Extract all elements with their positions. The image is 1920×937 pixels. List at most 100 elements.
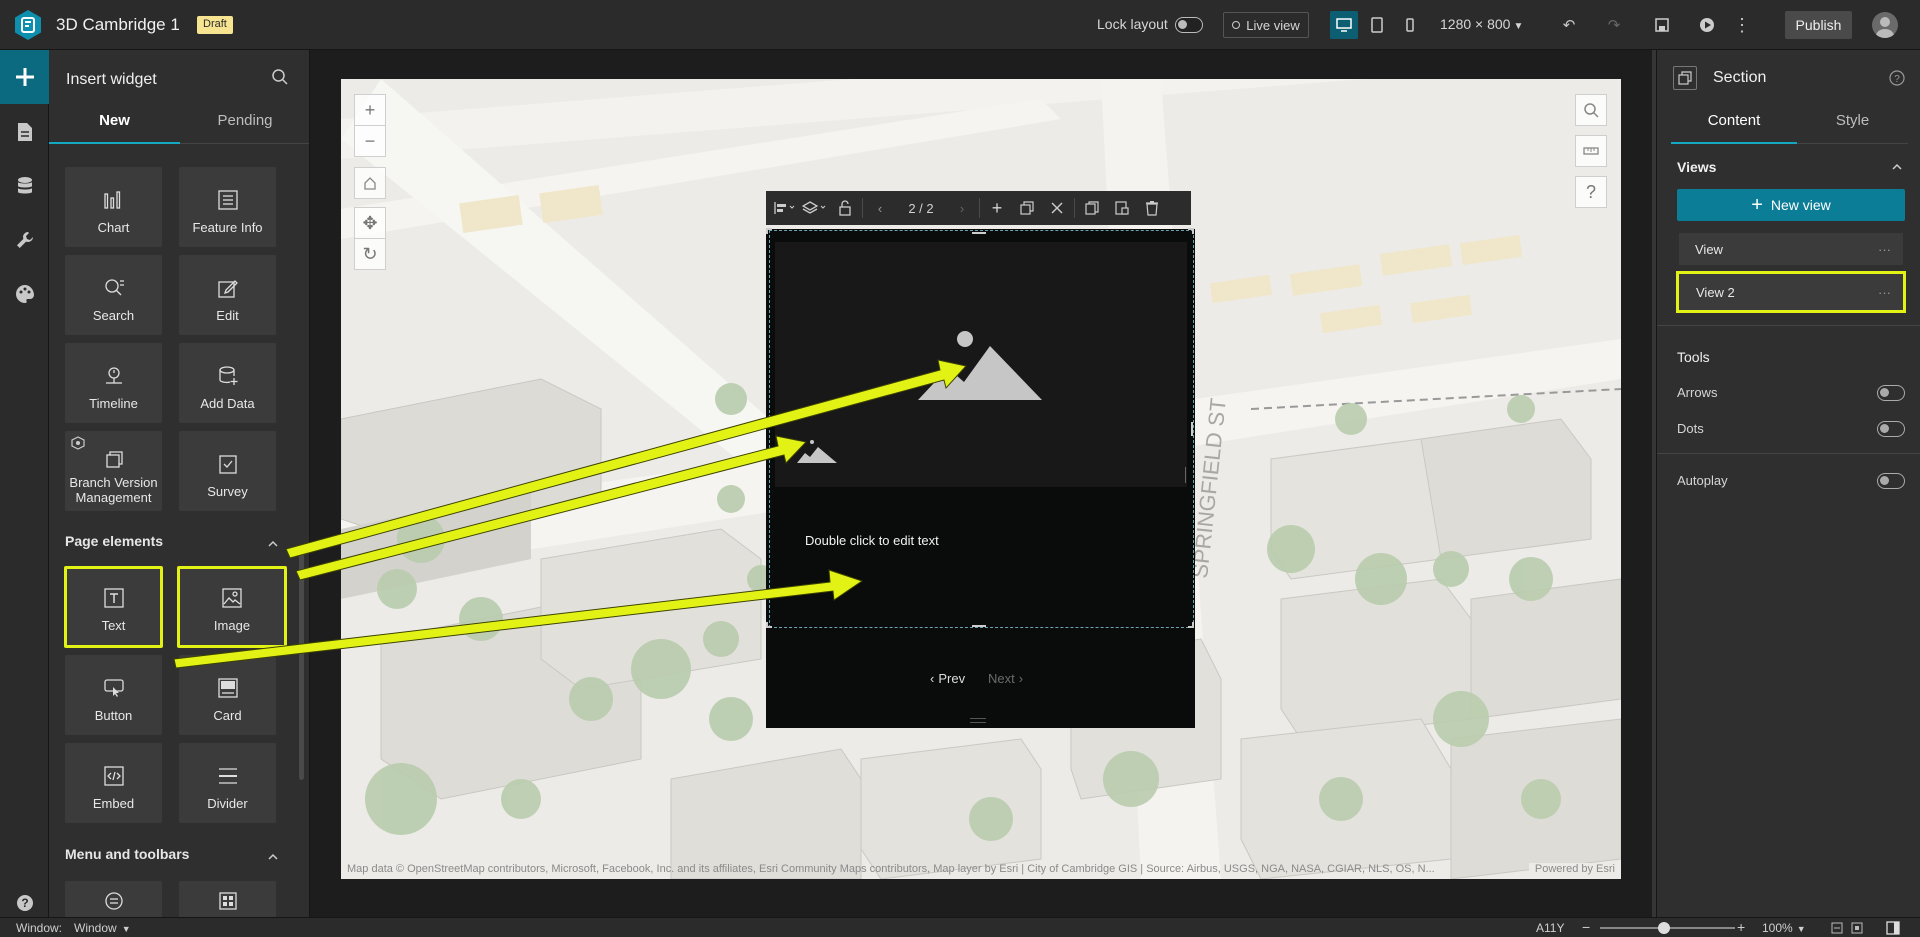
text-icon — [103, 588, 124, 608]
widget-tile-chart[interactable]: Chart — [65, 167, 162, 247]
chevron-up-icon[interactable] — [1891, 161, 1903, 173]
pan-icon[interactable]: ✥ — [354, 207, 386, 239]
preview-play-icon[interactable] — [1693, 11, 1721, 39]
rotate-icon[interactable]: ↻ — [354, 238, 386, 270]
zoom-in-icon[interactable]: + — [354, 94, 386, 126]
widget-tile-card[interactable]: Card — [179, 655, 276, 735]
undo-icon[interactable]: ↶ — [1555, 11, 1583, 39]
widget-tile-edit[interactable]: Edit — [179, 255, 276, 335]
prev-button[interactable]: ‹ Prev — [930, 671, 965, 686]
redo-icon[interactable]: ↷ — [1600, 11, 1628, 39]
more-icon[interactable]: ··· — [1878, 242, 1891, 257]
layers-icon[interactable] — [802, 195, 828, 221]
help-icon[interactable]: ? — [1889, 70, 1905, 86]
accessibility-checker[interactable]: A11Y — [1536, 921, 1564, 935]
view-item-selected[interactable]: View 2 ··· — [1676, 271, 1906, 313]
widget-tile-add-data[interactable]: Add Data — [179, 343, 276, 423]
zoom-out-icon[interactable]: − — [354, 125, 386, 157]
resize-handle[interactable] — [1188, 228, 1194, 234]
widget-tile-button[interactable]: Button — [65, 655, 162, 735]
widget-tile-branch-version-management[interactable]: Branch Version Management — [65, 431, 162, 511]
widget-tile-controller[interactable] — [179, 881, 276, 917]
resize-handle[interactable] — [972, 232, 986, 234]
live-view-button[interactable]: Live view — [1223, 12, 1309, 38]
tab-content[interactable]: Content — [1671, 112, 1797, 144]
avatar[interactable] — [1872, 12, 1898, 38]
text-widget[interactable]: Double click to edit text — [805, 533, 939, 548]
app-logo-icon[interactable] — [12, 9, 44, 41]
chevron-up-icon[interactable] — [267, 851, 279, 863]
copy-icon[interactable] — [1079, 195, 1105, 221]
duplicate-view-icon[interactable] — [1014, 195, 1040, 221]
delete-icon[interactable] — [1139, 195, 1165, 221]
widget-tile-menu[interactable] — [65, 881, 162, 917]
widget-tile-survey[interactable]: Survey — [179, 431, 276, 511]
dots-toggle[interactable] — [1877, 421, 1905, 437]
drag-handle[interactable] — [970, 718, 986, 723]
wrench-icon[interactable] — [0, 214, 49, 266]
panel-scrollbar[interactable] — [299, 545, 304, 780]
widget-tile-text[interactable]: Text — [64, 566, 163, 648]
more-vertical-icon[interactable]: ⋮ — [1728, 11, 1756, 39]
desktop-device-button[interactable] — [1330, 11, 1358, 39]
window-dropdown[interactable]: Window ▼ — [74, 921, 131, 935]
palette-icon[interactable] — [0, 268, 49, 320]
image-widget[interactable] — [775, 242, 1187, 487]
tab-new[interactable]: New — [49, 112, 180, 144]
lock-layout-toggle[interactable] — [1175, 17, 1203, 33]
view-item[interactable]: View ··· — [1679, 233, 1903, 265]
zoom-in-icon[interactable]: + — [1737, 919, 1745, 935]
resolution-dropdown[interactable]: 1280 × 800 ▼ — [1440, 16, 1523, 32]
fit-width-icon[interactable] — [1831, 922, 1843, 934]
tablet-device-button[interactable] — [1363, 11, 1391, 39]
widget-tile-image[interactable]: Image — [177, 566, 287, 648]
resize-handle[interactable] — [1185, 467, 1186, 483]
widget-tile-feature-info[interactable]: Feature Info — [179, 167, 276, 247]
insert-widget-button[interactable] — [0, 50, 49, 104]
arrows-toggle[interactable] — [1877, 385, 1905, 401]
zoom-out-icon[interactable]: − — [1582, 919, 1590, 935]
home-icon[interactable] — [354, 167, 386, 199]
widget-tile-timeline[interactable]: Timeline — [65, 343, 162, 423]
resize-handle[interactable] — [766, 228, 772, 234]
chevron-up-icon[interactable] — [267, 538, 279, 550]
help-icon[interactable]: ? — [0, 888, 49, 918]
help-icon[interactable]: ? — [1575, 176, 1607, 208]
chevron-left-icon[interactable]: ‹ — [867, 195, 893, 221]
phone-device-button[interactable] — [1396, 11, 1424, 39]
measure-icon[interactable] — [1575, 135, 1607, 167]
app-title[interactable]: 3D Cambridge 1 — [56, 15, 180, 35]
add-view-icon[interactable]: + — [984, 195, 1010, 221]
resize-handle[interactable] — [972, 625, 986, 627]
resize-handle[interactable] — [1188, 622, 1194, 628]
resize-handle[interactable] — [1191, 422, 1193, 436]
new-view-button[interactable]: + New view — [1677, 189, 1905, 221]
publish-button[interactable]: Publish — [1785, 11, 1852, 39]
page-icon[interactable] — [0, 106, 49, 158]
resize-handle[interactable] — [766, 622, 772, 628]
save-icon[interactable] — [1648, 11, 1676, 39]
chevron-right-icon[interactable]: › — [949, 195, 975, 221]
powered-by[interactable]: Powered by Esri — [1528, 863, 1615, 875]
zoom-level[interactable]: 100% ▼ — [1762, 921, 1806, 935]
align-icon[interactable] — [772, 195, 798, 221]
plus-icon — [15, 68, 34, 86]
widget-tile-embed[interactable]: Embed — [65, 743, 162, 823]
tab-pending[interactable]: Pending — [180, 112, 309, 144]
widget-tile-search[interactable]: Search — [65, 255, 162, 335]
search-icon[interactable] — [271, 68, 289, 91]
zoom-slider-thumb[interactable] — [1658, 922, 1670, 934]
autoplay-toggle[interactable] — [1877, 473, 1905, 489]
save-template-icon[interactable] — [1109, 195, 1135, 221]
next-button[interactable]: Next › — [988, 671, 1023, 686]
more-icon[interactable]: ··· — [1878, 285, 1891, 300]
fit-screen-icon[interactable] — [1851, 922, 1863, 934]
tab-style[interactable]: Style — [1797, 112, 1908, 144]
toolbar-divider — [979, 198, 980, 218]
panel-toggle-icon[interactable] — [1886, 921, 1900, 935]
search-icon[interactable] — [1575, 94, 1607, 126]
widget-tile-divider[interactable]: Divider — [179, 743, 276, 823]
data-icon[interactable] — [0, 160, 49, 212]
unlock-icon[interactable] — [832, 195, 858, 221]
close-icon[interactable] — [1044, 195, 1070, 221]
